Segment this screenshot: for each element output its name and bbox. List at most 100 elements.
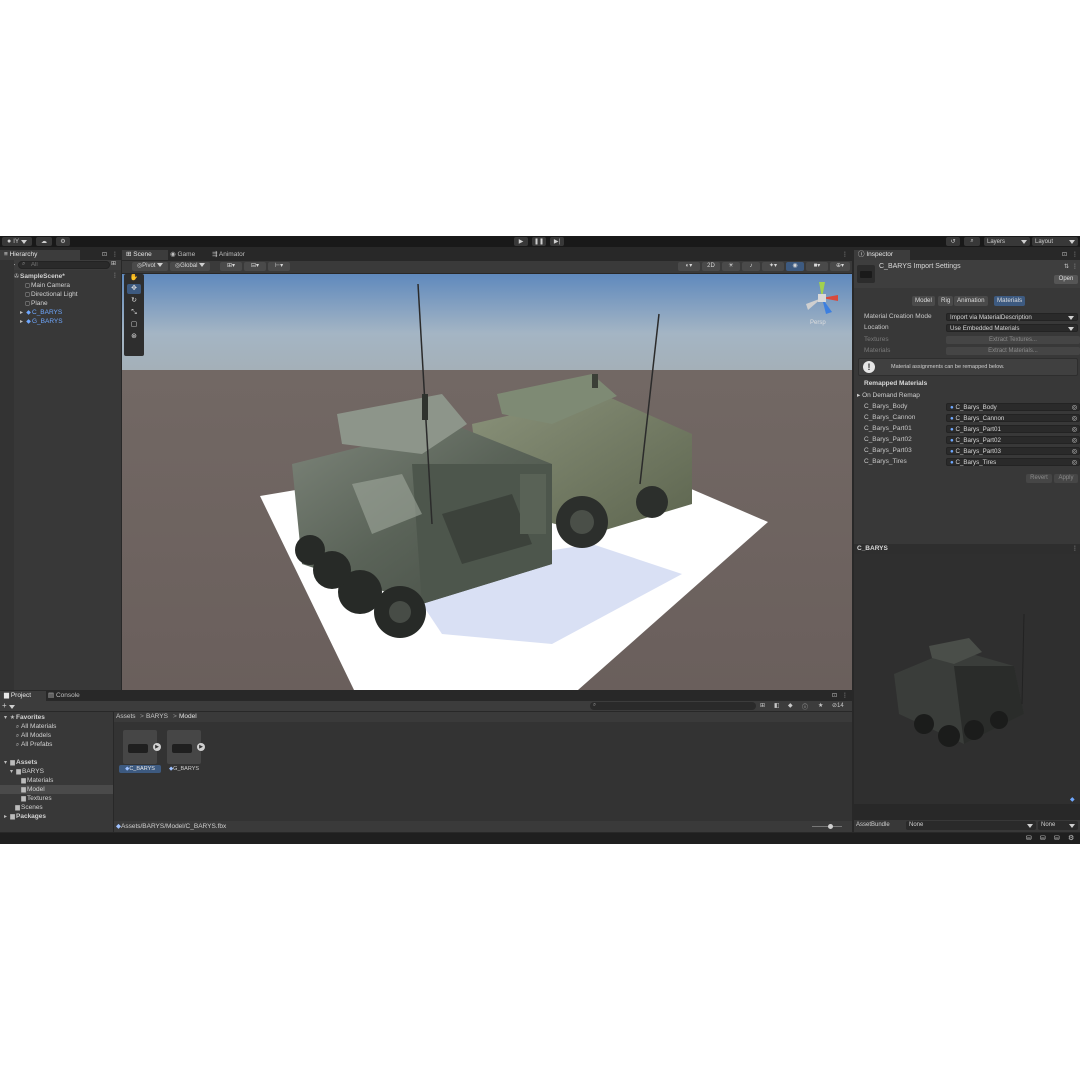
breadcrumb-model[interactable]: Model xyxy=(179,713,197,720)
remap-object-field[interactable]: ● C_Barys_Tires ◎ xyxy=(946,458,1080,466)
settings-icon[interactable]: ⚙ xyxy=(1068,834,1074,842)
progress-icon[interactable]: ⛁ xyxy=(1040,834,1046,842)
remap-object-field[interactable]: ● C_Barys_Body ◎ xyxy=(946,403,1080,411)
expand-arrow-icon[interactable]: ▸ xyxy=(2,813,9,822)
target-icon[interactable]: ◎ xyxy=(1072,437,1077,445)
tree-item-g-barys[interactable]: ▸ ◆G_BARYS xyxy=(18,317,63,326)
draw-mode-button[interactable]: ◐▾ xyxy=(678,262,700,271)
tree-item-all-prefabs[interactable]: ⌕ All Prefabs xyxy=(14,740,53,749)
on-demand-remap-foldout[interactable]: ▸ On Demand Remap xyxy=(857,391,920,399)
assetbundle-dropdown[interactable]: None xyxy=(906,821,1036,830)
remap-object-field[interactable]: ● C_Barys_Cannon ◎ xyxy=(946,414,1080,422)
breadcrumb-barys[interactable]: BARYS xyxy=(146,713,168,720)
target-icon[interactable]: ◎ xyxy=(1072,426,1077,434)
transform-tool-button[interactable]: ⊛ xyxy=(127,332,141,342)
play-button[interactable]: ▶ xyxy=(514,237,528,246)
tab-hierarchy[interactable]: ≡ Hierarchy xyxy=(0,250,80,260)
2d-toggle[interactable]: 2D xyxy=(702,262,720,271)
target-icon[interactable]: ◎ xyxy=(1072,459,1077,467)
open-button[interactable]: Open xyxy=(1054,275,1078,284)
visibility-count-badge[interactable]: ⊘14 xyxy=(832,702,844,709)
orientation-gizmo[interactable]: Persp xyxy=(802,278,842,330)
tab-console[interactable]: ▤ Console xyxy=(44,691,92,701)
remap-object-field[interactable]: ● C_Barys_Part03 ◎ xyxy=(946,447,1080,455)
tree-item-all-materials[interactable]: ⌕ All Materials xyxy=(14,722,57,731)
star-icon[interactable]: ★ xyxy=(818,702,823,709)
add-icon[interactable]: + xyxy=(2,701,7,710)
revert-button[interactable]: Revert xyxy=(1026,474,1052,483)
tree-item-packages[interactable]: ▸ ▆Packages xyxy=(2,812,46,821)
pivot-dropdown[interactable]: ◎Pivot xyxy=(132,262,168,271)
extract-materials-button[interactable]: Extract Materials... xyxy=(946,347,1080,355)
more-icon[interactable]: ⋮ xyxy=(1072,545,1078,552)
remap-object-field[interactable]: ● C_Barys_Part02 ◎ xyxy=(946,436,1080,444)
tree-item-scene[interactable]: ▾✇SampleScene* xyxy=(6,272,65,281)
tab-rig[interactable]: Rig xyxy=(938,296,954,306)
tab-model[interactable]: Model xyxy=(912,296,935,306)
assetbundle-variant-dropdown[interactable]: None xyxy=(1038,821,1078,830)
audio-toggle[interactable]: ♪ xyxy=(742,262,760,271)
location-dropdown[interactable]: Use Embedded Materials xyxy=(946,324,1078,332)
slider-handle[interactable] xyxy=(828,824,833,829)
step-button[interactable]: ▶| xyxy=(550,237,564,246)
tree-item-scenes[interactable]: ▆Scenes xyxy=(14,803,43,812)
move-tool-button[interactable]: ✥ xyxy=(127,284,141,294)
visibility-toggle[interactable]: ◉ xyxy=(786,262,804,271)
debug-icon[interactable]: ⛁ xyxy=(1054,834,1060,842)
chevron-down-icon[interactable] xyxy=(9,705,15,709)
cache-icon[interactable]: ⛁ xyxy=(1026,834,1032,842)
rect-tool-button[interactable]: ▢ xyxy=(127,320,141,330)
scale-tool-button[interactable]: ⤡ xyxy=(127,308,141,318)
expand-arrow-icon[interactable]: ▾ xyxy=(8,768,15,777)
lock-icon[interactable]: ⊡ xyxy=(832,692,837,699)
tree-item-assets[interactable]: ▾ ▆Assets xyxy=(2,758,37,767)
gizmos-dropdown[interactable]: ⊕▾ xyxy=(830,262,850,271)
expand-arrow-icon[interactable]: ▸ xyxy=(18,318,25,327)
tree-item-all-models[interactable]: ⌕ All Models xyxy=(14,731,51,740)
tree-item-favorites[interactable]: ▾ ★Favorites xyxy=(2,713,45,722)
expand-play-icon[interactable]: ▶ xyxy=(153,743,161,751)
settings-icon[interactable]: ⇅ xyxy=(1064,263,1069,270)
model-preview[interactable]: ◆ xyxy=(854,554,1080,804)
target-icon[interactable]: ◎ xyxy=(1072,404,1077,412)
search-by-type-icon[interactable]: ⊞ xyxy=(760,702,765,709)
history-button[interactable]: ↺ xyxy=(946,237,960,246)
apply-button[interactable]: Apply xyxy=(1054,474,1078,483)
effects-dropdown[interactable]: ✦▾ xyxy=(762,262,784,271)
target-icon[interactable]: ◎ xyxy=(1072,448,1077,456)
tab-animator[interactable]: ⇶ Animator xyxy=(208,250,260,260)
grid-snap-button[interactable]: ⊞▾ xyxy=(220,262,242,271)
asset-tile[interactable]: ▶ ◆G_BARYS xyxy=(166,730,205,772)
thumbnail-size-slider[interactable] xyxy=(812,824,842,829)
search-button[interactable]: ⌕ xyxy=(964,237,980,246)
asset-tile[interactable]: ▶ ◆C_BARYS xyxy=(119,730,161,773)
tree-item-plane[interactable]: ◻Plane xyxy=(24,299,48,308)
tag-icon[interactable]: ◆ xyxy=(1070,796,1075,803)
tab-project[interactable]: ▆ Project xyxy=(0,691,46,701)
info-icon[interactable]: ⓘ xyxy=(802,702,808,711)
tab-scene[interactable]: ⊞ Scene xyxy=(122,250,168,260)
cloud-button[interactable]: ☁ xyxy=(36,237,52,246)
tag-icon[interactable]: ◆ xyxy=(788,702,793,709)
target-icon[interactable]: ◎ xyxy=(1072,415,1077,423)
remap-object-field[interactable]: ● C_Barys_Part01 ◎ xyxy=(946,425,1080,433)
lock-icon[interactable]: ⊡ xyxy=(102,251,107,258)
tree-item-model[interactable]: ▆Model xyxy=(20,785,45,794)
collab-button[interactable]: ⚙ xyxy=(56,237,70,246)
lighting-toggle[interactable]: ☀ xyxy=(722,262,740,271)
scene-viewport[interactable]: ✥ ✋ ↻ ⤡ ▢ ⊛ Persp xyxy=(122,274,852,690)
layers-dropdown[interactable]: Layers xyxy=(984,237,1030,246)
pause-button[interactable]: ❚❚ xyxy=(532,237,546,246)
tree-item-main-camera[interactable]: ◻Main Camera xyxy=(24,281,70,290)
tab-animation[interactable]: Animation xyxy=(954,296,988,306)
account-button[interactable]: ● IY xyxy=(2,237,32,246)
more-icon[interactable]: ⋮ xyxy=(842,251,848,258)
align-button[interactable]: ⊢▾ xyxy=(268,262,290,271)
tab-materials[interactable]: Materials xyxy=(994,296,1026,306)
more-icon[interactable]: ⋮ xyxy=(1072,251,1078,258)
tree-item-textures[interactable]: ▆Textures xyxy=(20,794,51,803)
more-icon[interactable]: ⋮ xyxy=(112,251,118,258)
more-icon[interactable]: ⋮ xyxy=(842,692,848,699)
layout-dropdown[interactable]: Layout xyxy=(1032,237,1078,246)
more-icon[interactable]: ⋮ xyxy=(1072,263,1078,270)
